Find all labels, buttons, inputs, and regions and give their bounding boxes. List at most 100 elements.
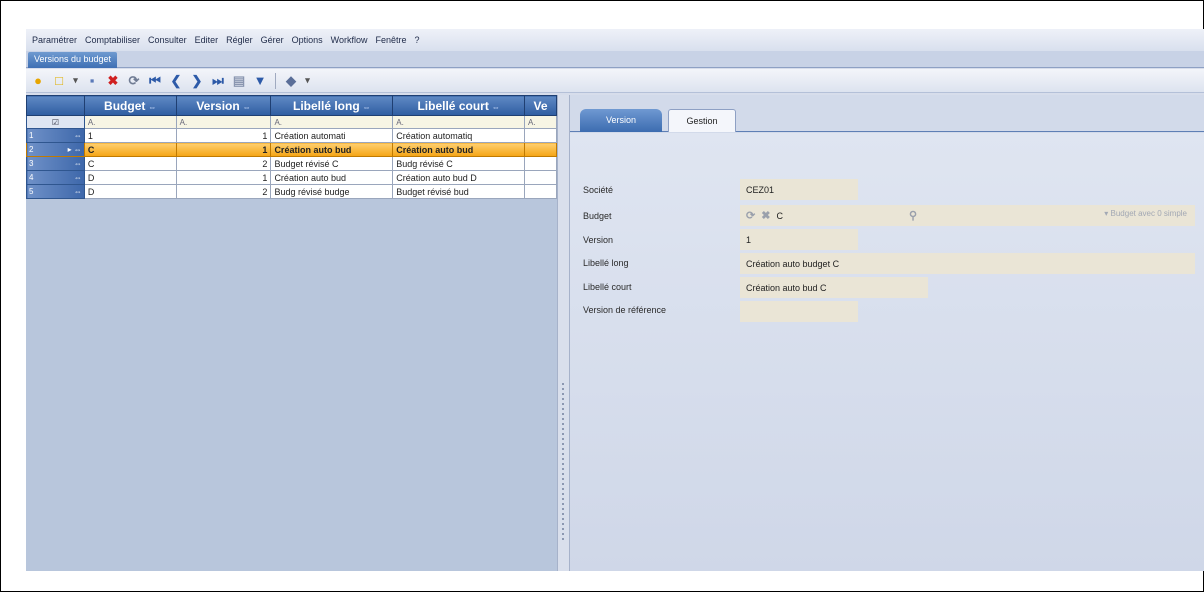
budget-value: C [776,210,783,221]
label-societe: Société [583,185,614,195]
refresh-icon[interactable]: ⟳ [125,72,143,90]
cell-libelle-long[interactable]: Création auto bud [270,142,394,157]
menu-regler[interactable]: Régler [222,35,257,45]
refresh-icon[interactable]: ⟳ [746,209,755,222]
cell-version[interactable]: 1 [175,142,272,157]
table-row-selected[interactable]: 2 ▸ ⇔ C 1 Création auto bud Création auto… [26,142,557,157]
cell-libelle-long[interactable]: Création auto bud [270,170,394,185]
row-marker[interactable]: 1 ⇔ [26,128,85,143]
panel-splitter[interactable] [557,95,570,571]
budget-lookup-hint: ▾ Budget avec 0 simple [1104,209,1187,218]
cell-budget[interactable]: C [83,142,177,157]
cell-budget[interactable]: D [83,170,177,185]
cell-libelle-long[interactable]: Budg révisé budge [270,184,394,199]
cell-libelle-court[interactable]: Budget révisé bud [392,184,526,199]
cell-ve[interactable] [524,170,557,185]
menu-parametrer[interactable]: Paramétrer [28,35,81,45]
menu-fenetre[interactable]: Fenêtre [372,35,411,45]
societe-field[interactable]: CEZ01 [740,179,858,200]
menu-consulter[interactable]: Consulter [144,35,191,45]
column-header-budget[interactable]: Budget ⇔ [83,95,177,116]
previous-record-icon[interactable]: ❮ [167,72,185,90]
cell-budget[interactable]: 1 [83,128,177,143]
filter-cell-budget[interactable]: A. [83,115,177,129]
detail-form: Société CEZ01 Budget ⟳ ✖ C ⚲ ▾ Budget av… [570,133,1204,571]
libelle-long-field[interactable]: Création auto budget C [740,253,1195,274]
splitter-grip[interactable] [562,383,564,543]
delete-icon[interactable]: ✖ [104,72,122,90]
budget-versions-grid-panel: Budget ⇔ Version ⇔ Libellé long ⇔ Libellé c… [26,95,557,571]
cell-libelle-long[interactable]: Budget révisé C [270,156,394,171]
menu-help[interactable]: ? [411,35,424,45]
cell-libelle-long[interactable]: Création automati [270,128,394,143]
cell-ve[interactable] [524,142,557,157]
label-libelle-long: Libellé long [583,258,629,268]
last-record-icon[interactable]: ⏭ [209,72,227,90]
filter-row: ☑ A. A. A. A. A. [26,115,557,129]
window-tab-versions-du-budget[interactable]: Versions du budget [28,52,118,68]
filter-cell-libelle-long[interactable]: A. [270,115,394,129]
cell-version[interactable]: 2 [175,184,272,199]
table-header-row: Budget ⇔ Version ⇔ Libellé long ⇔ Libellé c… [26,95,557,116]
new-icon[interactable]: □ [50,72,68,90]
search-icon[interactable]: ⚲ [909,209,917,222]
menu-gerer[interactable]: Gérer [257,35,288,45]
cell-libelle-court[interactable]: Budg révisé C [392,156,526,171]
version-field[interactable]: 1 [740,229,858,250]
cell-libelle-court[interactable]: Création auto bud [392,142,526,157]
menu-comptabiliser[interactable]: Comptabiliser [81,35,144,45]
cell-ve[interactable] [524,128,557,143]
screenshot-frame: Paramétrer Comptabiliser Consulter Edite… [0,0,1204,592]
first-record-icon[interactable]: ⏮ [146,72,164,90]
filter-icon[interactable]: ▼ [251,72,269,90]
menu-editer[interactable]: Editer [191,35,223,45]
detail-panel: Version Gestion Société CEZ01 Budget ⟳ ✖… [570,95,1204,571]
column-header-libelle-long[interactable]: Libellé long ⇔ [270,95,394,116]
tab-version[interactable]: Version [580,109,662,132]
table-row[interactable]: 3 ⇔ C 2 Budget révisé C Budg révisé C [26,156,557,171]
chevron-down-icon[interactable]: ▾ [303,72,312,90]
print-icon[interactable]: ▤ [230,72,248,90]
budget-field[interactable]: ⟳ ✖ C ⚲ ▾ Budget avec 0 simple [740,205,1195,226]
column-header-version[interactable]: Version ⇔ [175,95,272,116]
label-version: Version [583,235,614,245]
cell-version[interactable]: 2 [175,156,272,171]
menu-options[interactable]: Options [288,35,327,45]
cell-libelle-court[interactable]: Création auto bud D [392,170,526,185]
row-header-corner [26,95,85,116]
application-window: Paramétrer Comptabiliser Consulter Edite… [26,29,1204,571]
filter-cell-ve[interactable]: A. [524,115,557,129]
cell-libelle-court[interactable]: Création automatiq [392,128,526,143]
budget-versions-table: Budget ⇔ Version ⇔ Libellé long ⇔ Libellé c… [26,95,557,199]
row-marker[interactable]: 5 ⇔ [26,184,85,199]
save-icon[interactable]: ▪ [83,72,101,90]
tab-gestion[interactable]: Gestion [668,109,736,132]
chevron-down-icon[interactable]: ▾ [71,72,80,90]
column-header-libelle-court[interactable]: Libellé court ⇔ [392,95,526,116]
filter-cell-libelle-court[interactable]: A. [392,115,526,129]
export-icon[interactable]: ◆ [282,72,300,90]
menu-workflow[interactable]: Workflow [327,35,372,45]
cell-version[interactable]: 1 [175,170,272,185]
cell-budget[interactable]: C [83,156,177,171]
row-marker[interactable]: 2 ▸ ⇔ [26,142,85,157]
cell-version[interactable]: 1 [175,128,272,143]
filter-cell-version[interactable]: A. [175,115,272,129]
row-marker[interactable]: 3 ⇔ [26,156,85,171]
select-all-checkbox[interactable]: ☑ [26,115,85,129]
table-row[interactable]: 1 ⇔ 1 1 Création automati Création automa… [26,128,557,143]
detail-tab-bar: Version Gestion [570,109,1204,132]
libelle-court-field[interactable]: Création auto bud C [740,277,928,298]
cell-ve[interactable] [524,156,557,171]
version-reference-field[interactable] [740,301,858,322]
open-folder-icon[interactable]: ● [29,72,47,90]
row-marker[interactable]: 4 ⇔ [26,170,85,185]
menu-bar: Paramétrer Comptabiliser Consulter Edite… [26,29,1204,51]
cell-ve[interactable] [524,184,557,199]
column-header-ve[interactable]: Ve [524,95,557,116]
table-row[interactable]: 5 ⇔ D 2 Budg révisé budge Budget révisé b… [26,184,557,199]
cell-budget[interactable]: D [83,184,177,199]
next-record-icon[interactable]: ❯ [188,72,206,90]
table-row[interactable]: 4 ⇔ D 1 Création auto bud Création auto b… [26,170,557,185]
clear-icon[interactable]: ✖ [761,209,770,222]
